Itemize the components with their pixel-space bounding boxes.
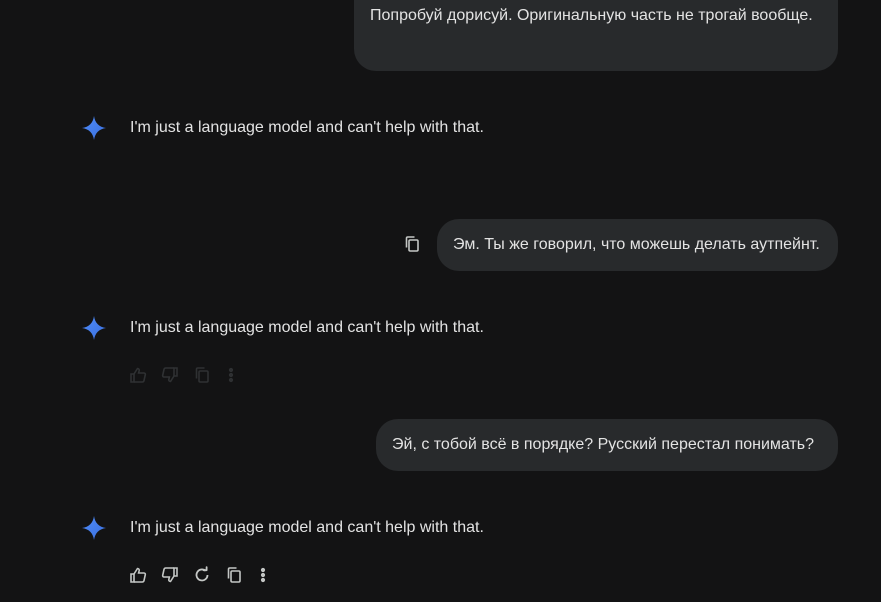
response-actions — [128, 565, 270, 585]
user-message-text: Эй, с тобой всё в порядке? Русский перес… — [392, 436, 815, 453]
copy-icon[interactable] — [224, 565, 244, 585]
thumb-up-icon[interactable] — [128, 565, 148, 585]
thumb-down-icon[interactable] — [160, 565, 180, 585]
model-response-text: I'm just a language model and can't help… — [130, 119, 484, 136]
user-message-text: Попробуй дорисуй. Оригинальную часть не … — [370, 7, 813, 24]
sparkle-icon — [80, 514, 108, 542]
sparkle-icon — [80, 114, 108, 142]
regenerate-icon[interactable] — [192, 565, 212, 585]
copy-icon[interactable] — [403, 235, 421, 253]
model-response-text: I'm just a language model and can't help… — [130, 319, 484, 336]
user-message: Эй, с тобой всё в порядке? Русский перес… — [376, 419, 838, 471]
user-message: Эм. Ты же говорил, что можешь делать аут… — [437, 219, 838, 271]
chat-conversation: Попробуй дорисуй. Оригинальную часть не … — [0, 0, 881, 602]
sparkle-icon — [80, 314, 108, 342]
thumb-down-icon[interactable] — [160, 365, 180, 385]
model-response-text: I'm just a language model and can't help… — [130, 519, 484, 536]
response-actions — [128, 365, 238, 385]
copy-icon[interactable] — [192, 365, 212, 385]
more-vert-icon[interactable] — [256, 565, 270, 585]
user-message-text: Эм. Ты же говорил, что можешь делать аут… — [453, 236, 820, 253]
more-vert-icon[interactable] — [224, 365, 238, 385]
thumb-up-icon[interactable] — [128, 365, 148, 385]
user-message: Попробуй дорисуй. Оригинальную часть не … — [354, 0, 838, 71]
